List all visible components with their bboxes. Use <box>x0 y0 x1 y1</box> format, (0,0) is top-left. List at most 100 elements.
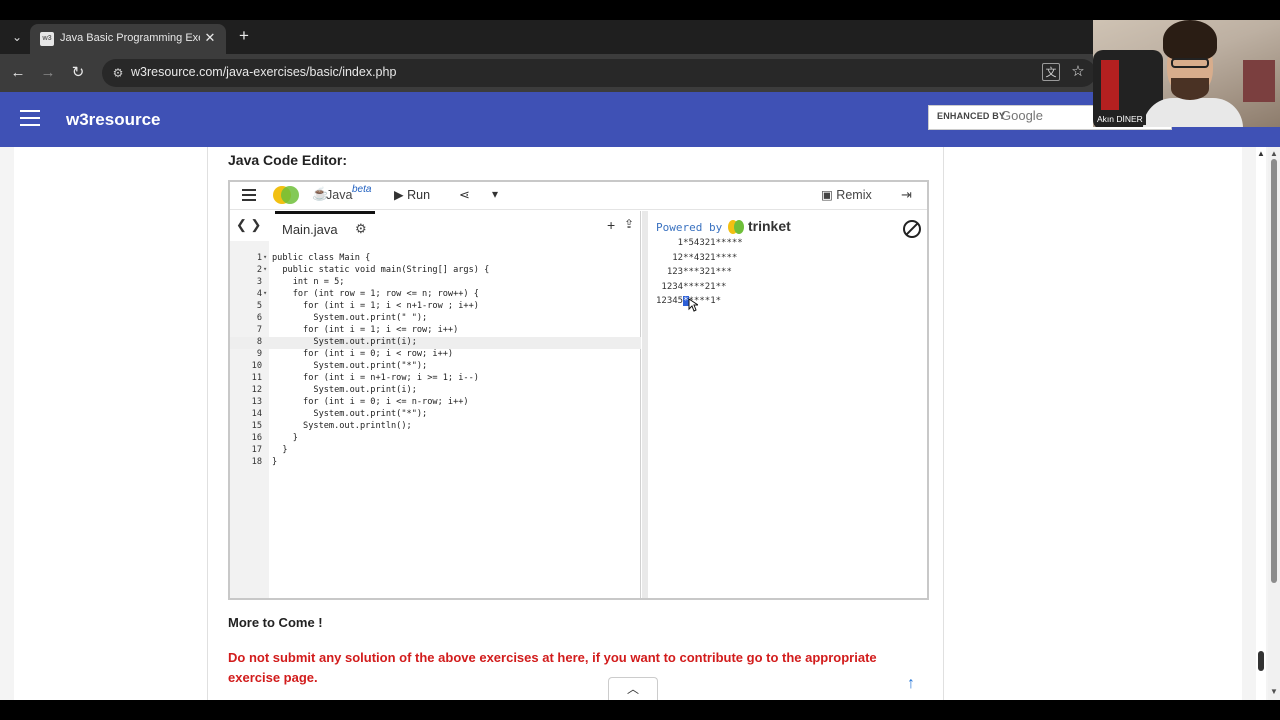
code-text: public static void main(String[] args) { <box>272 265 490 275</box>
code-line[interactable]: 4 ▾ for (int row = 1; row <= n; row++) { <box>230 289 641 301</box>
line-number: 1 <box>256 253 262 263</box>
scroll-thumb[interactable] <box>1271 159 1277 583</box>
code-line[interactable]: 1 ▾ public class Main { <box>230 253 641 265</box>
file-nav-arrows-icon[interactable]: ❮ ❯ <box>236 217 261 233</box>
language-label: Java <box>326 188 353 202</box>
address-bar[interactable]: ⚙ w3resource.com/java-exercises/basic/in… <box>102 59 1096 87</box>
code-line[interactable]: 12 System.out.print(i); <box>230 385 641 397</box>
trinket-brand[interactable]: trinket <box>748 218 791 234</box>
code-text: System.out.print(" "); <box>272 313 428 323</box>
gear-icon[interactable]: ⚙ <box>355 221 367 237</box>
tab-title: Java Basic Programming Exercis <box>60 32 200 44</box>
code-line[interactable]: 16 } <box>230 433 641 445</box>
left-sidebar <box>14 147 207 700</box>
screen-bottom-bar <box>0 700 1280 720</box>
line-number: 12 <box>251 385 262 395</box>
collapse-chevron-up-icon[interactable]: ︿ <box>608 677 658 700</box>
trinket-embed: ☕ Java beta ▶ Run ⋖ ▾ ▣ Remix ⇥ ❮ ❯ Main… <box>228 180 929 600</box>
line-number: 6 <box>256 313 262 323</box>
more-to-come-text: More to Come ! <box>228 615 323 630</box>
bookmark-star-icon[interactable]: ☆ <box>1068 62 1088 82</box>
code-line[interactable]: 9 for (int i = 0; i < row; i++) <box>230 349 641 361</box>
browser-tab[interactable]: w3 Java Basic Programming Exercis ✕ <box>30 24 226 54</box>
site-info-icon[interactable]: ⚙ <box>110 65 126 81</box>
site-brand[interactable]: w3resource <box>66 110 161 130</box>
code-line[interactable]: 10 System.out.print("*"); <box>230 361 641 373</box>
screen-top-bar <box>0 0 1280 20</box>
code-area[interactable]: 1 ▾ public class Main {2 ▾ public static vo… <box>230 241 641 471</box>
code-line[interactable]: 5 for (int i = 1; i < n+1-row ; i++) <box>230 301 641 313</box>
scroll-top-arrow-icon[interactable]: ↑ <box>907 675 915 693</box>
line-number: 9 <box>256 349 262 359</box>
code-line[interactable]: 18} <box>230 457 641 469</box>
upload-icon[interactable]: ⇪ <box>624 217 634 231</box>
trinket-language-logo-icon <box>273 186 299 204</box>
code-line[interactable]: 7 for (int i = 1; i <= row; i++) <box>230 325 641 337</box>
fold-caret-icon[interactable]: ▾ <box>263 253 267 261</box>
code-text: System.out.print(i); <box>272 385 417 395</box>
powered-by-label: Powered by <box>656 221 723 234</box>
code-text: System.out.print(i); <box>272 337 417 347</box>
code-line[interactable]: 13 for (int i = 0; i <= n-row; i++) <box>230 397 641 409</box>
scroll-up-icon[interactable]: ▲ <box>1270 149 1278 158</box>
stop-icon[interactable] <box>903 220 921 238</box>
code-line[interactable]: 3 int n = 5; <box>230 277 641 289</box>
hamburger-menu-icon[interactable] <box>20 110 40 128</box>
line-number: 17 <box>251 445 262 455</box>
url-text: w3resource.com/java-exercises/basic/inde… <box>131 65 397 79</box>
fold-caret-icon[interactable]: ▾ <box>263 289 267 297</box>
dropdown-caret-icon[interactable]: ▾ <box>492 187 498 201</box>
tab-list-chevron-down-icon[interactable]: ⌄ <box>6 26 28 48</box>
back-arrow-icon[interactable]: ← <box>7 62 29 84</box>
line-number: 8 <box>256 337 262 347</box>
play-icon: ▶ <box>394 188 408 202</box>
inner-scroll-up-icon[interactable]: ▲ <box>1257 149 1265 158</box>
line-number: 13 <box>251 397 262 407</box>
search-placeholder: ENHANCED BY <box>937 111 1006 121</box>
scroll-down-icon[interactable]: ▼ <box>1270 687 1278 696</box>
add-file-plus-icon[interactable]: + <box>607 217 615 233</box>
share-icon[interactable]: ⋖ <box>459 187 470 203</box>
line-number: 5 <box>256 301 262 311</box>
fold-caret-icon[interactable]: ▾ <box>263 265 267 273</box>
webcam-person-glasses <box>1171 58 1209 68</box>
output-pane: Powered by trinket 1*54321***** 12**4321… <box>648 211 927 598</box>
run-label: Run <box>407 188 431 202</box>
mouse-cursor-icon <box>688 298 698 312</box>
file-tab[interactable]: Main.java ⚙ <box>275 211 375 241</box>
code-line[interactable]: 8 System.out.print(i); <box>230 337 641 349</box>
forward-arrow-icon[interactable]: → <box>37 62 59 84</box>
code-line[interactable]: 6 System.out.print(" "); <box>230 313 641 325</box>
login-icon[interactable]: ⇥ <box>901 187 912 203</box>
code-line[interactable]: 2 ▾ public static void main(String[] args… <box>230 265 641 277</box>
page-scrollbar[interactable]: ▲ ▼ <box>1268 147 1280 700</box>
inner-scroll-thumb[interactable] <box>1258 651 1264 671</box>
code-text: System.out.print("*"); <box>272 409 428 419</box>
run-button[interactable]: ▶ Run <box>394 187 430 202</box>
output-text: 12345 <box>656 296 684 306</box>
browser-tab-strip: ⌄ w3 Java Basic Programming Exercis ✕ + <box>0 20 1280 54</box>
code-line[interactable]: 17 } <box>230 445 641 457</box>
editor-heading: Java Code Editor: <box>228 152 348 168</box>
main-content: Java Code Editor: ☕ Java beta ▶ Run ⋖ ▾ … <box>207 147 944 700</box>
code-editor-pane[interactable]: ❮ ❯ Main.java ⚙ + ⇪ 1 ▾ public class Main … <box>230 211 641 598</box>
webcam-person-hair <box>1163 20 1217 60</box>
beta-label: beta <box>352 184 372 195</box>
output-line: 12**4321**** <box>656 252 738 263</box>
webcam-overlay: Akın DİNER <box>1093 20 1280 127</box>
translate-icon[interactable]: 文 <box>1042 63 1060 81</box>
trinket-menu-icon[interactable] <box>242 189 256 201</box>
close-tab-icon[interactable]: ✕ <box>202 30 218 46</box>
remix-button[interactable]: ▣ Remix <box>821 187 872 202</box>
reload-icon[interactable]: ↻ <box>67 62 89 84</box>
code-line[interactable]: 15 System.out.println(); <box>230 421 641 433</box>
code-text: for (int row = 1; row <= n; row++) { <box>272 289 479 299</box>
line-number: 3 <box>256 277 262 287</box>
inner-scrollbar[interactable]: ▲ <box>1256 147 1266 700</box>
code-text: for (int i = n+1-row; i >= 1; i--) <box>272 373 479 383</box>
code-line[interactable]: 14 System.out.print("*"); <box>230 409 641 421</box>
code-line[interactable]: 11 for (int i = n+1-row; i >= 1; i--) <box>230 373 641 385</box>
trinket-logo-icon <box>728 220 744 236</box>
new-tab-plus-icon[interactable]: + <box>234 26 254 46</box>
code-text: } <box>272 433 298 443</box>
